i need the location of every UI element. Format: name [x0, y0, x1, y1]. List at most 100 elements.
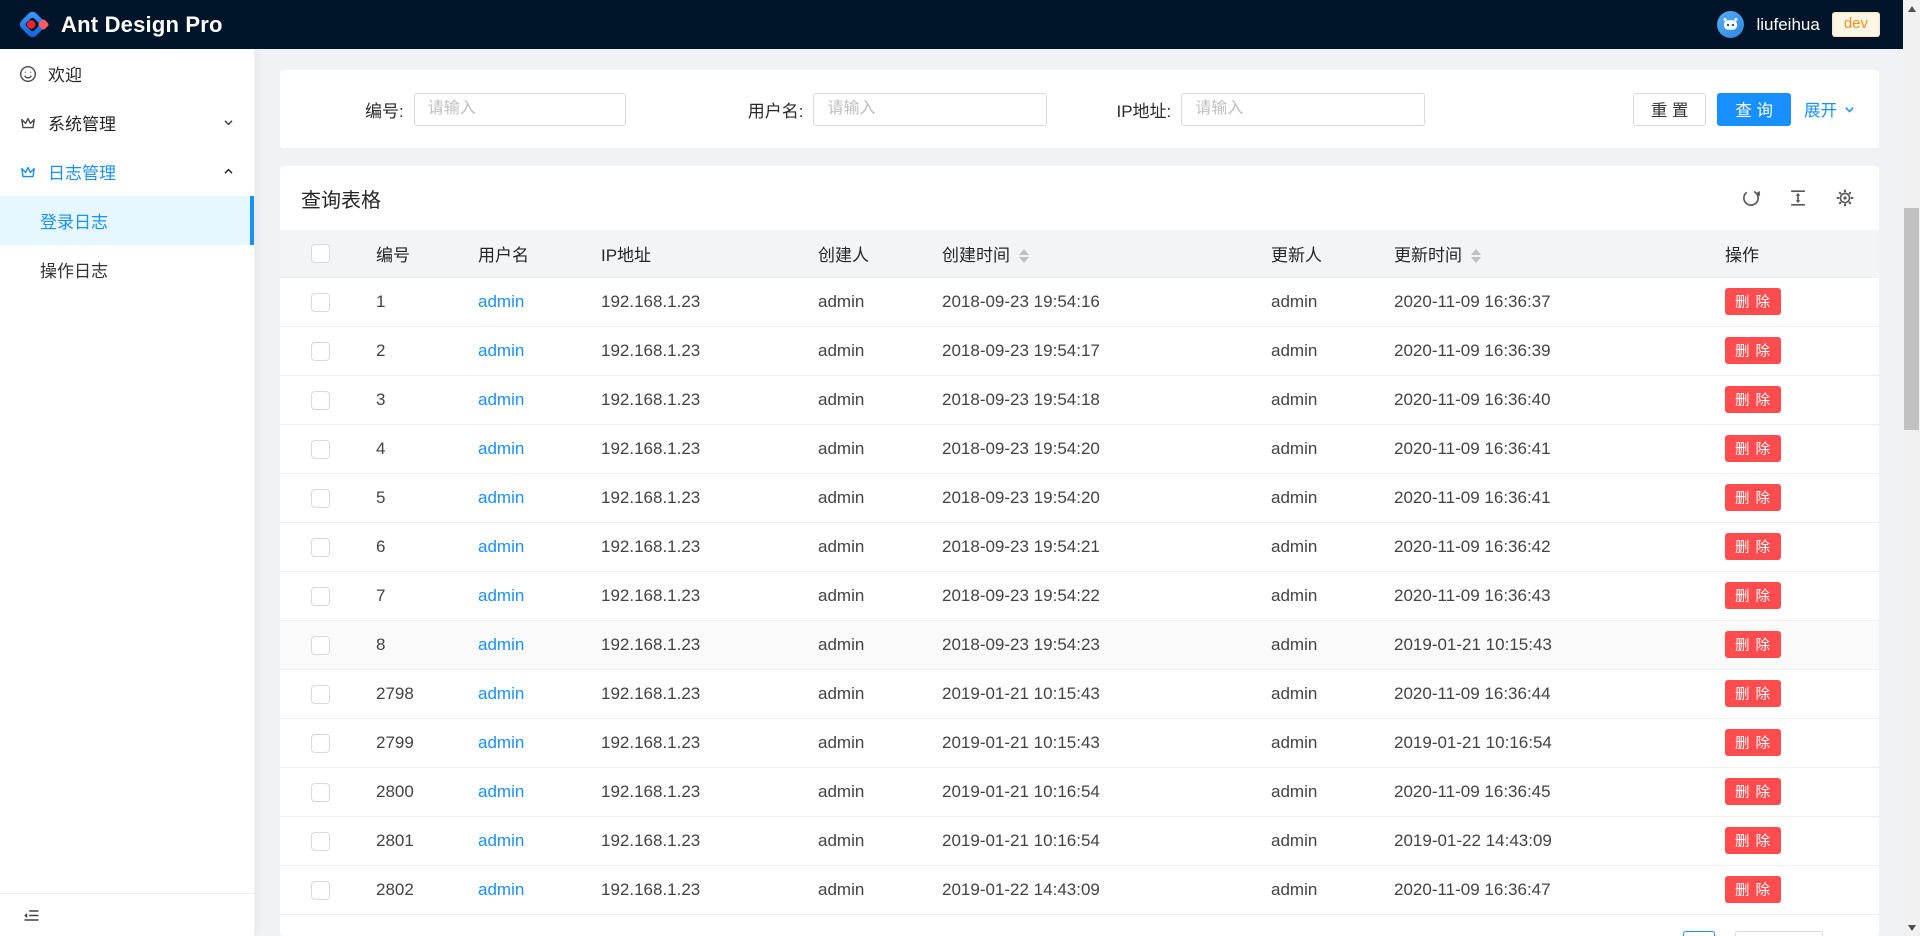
cell-ip: 192.168.1.23	[585, 767, 802, 816]
delete-button[interactable]: 删 除	[1725, 827, 1781, 854]
cell-creator: admin	[802, 718, 926, 767]
sort-carets-icon[interactable]	[1019, 249, 1029, 263]
username-link[interactable]: admin	[478, 880, 524, 899]
cell-update-time: 2019-01-21 10:15:43	[1378, 620, 1709, 669]
delete-button[interactable]: 删 除	[1725, 729, 1781, 756]
table-row: 8admin192.168.1.23admin2018-09-23 19:54:…	[280, 620, 1879, 669]
row-checkbox[interactable]	[311, 685, 330, 704]
delete-button[interactable]: 删 除	[1725, 582, 1781, 609]
table-cell	[280, 326, 360, 375]
sidebar-item-label: 系统管理	[48, 110, 116, 135]
row-checkbox[interactable]	[311, 783, 330, 802]
username-link[interactable]: admin	[478, 586, 524, 605]
form-item-id: 编号:	[365, 93, 626, 126]
delete-button[interactable]: 删 除	[1725, 337, 1781, 364]
cell-updater: admin	[1255, 473, 1378, 522]
sidebar-item-system-mgmt[interactable]: 系统管理	[0, 98, 254, 147]
sidebar-collapse-trigger[interactable]	[0, 893, 254, 936]
cell-update-time: 2020-11-09 16:36:41	[1378, 473, 1709, 522]
username-field[interactable]	[813, 93, 1047, 126]
row-checkbox[interactable]	[311, 734, 330, 753]
cell-create-time: 2018-09-23 19:54:16	[926, 277, 1255, 326]
scrollbar-thumb[interactable]	[1904, 208, 1919, 430]
table-cell: admin	[462, 816, 585, 865]
username-link[interactable]: admin	[478, 341, 524, 360]
reload-icon[interactable]	[1741, 188, 1761, 208]
username-link[interactable]: admin	[478, 831, 524, 850]
username-link[interactable]: admin	[478, 733, 524, 752]
scroll-down-arrow[interactable]	[1903, 919, 1920, 936]
row-checkbox[interactable]	[311, 293, 330, 312]
query-button[interactable]: 查 询	[1717, 93, 1791, 126]
scroll-up-arrow[interactable]	[1903, 0, 1920, 17]
density-icon[interactable]	[1788, 188, 1808, 208]
delete-button[interactable]: 删 除	[1725, 288, 1781, 315]
cell-update-time: 2020-11-09 16:36:42	[1378, 522, 1709, 571]
delete-button[interactable]: 删 除	[1725, 680, 1781, 707]
username-link[interactable]: admin	[478, 488, 524, 507]
row-checkbox[interactable]	[311, 440, 330, 459]
row-checkbox[interactable]	[311, 587, 330, 606]
table-cell: admin	[462, 865, 585, 914]
table-cell	[280, 473, 360, 522]
select-all-checkbox[interactable]	[311, 244, 330, 263]
sidebar-item-login-log[interactable]: 登录日志	[0, 196, 254, 245]
id-field-label: 编号:	[365, 97, 404, 122]
cell-creator: admin	[802, 620, 926, 669]
row-checkbox[interactable]	[311, 342, 330, 361]
row-checkbox[interactable]	[311, 832, 330, 851]
id-field[interactable]	[414, 93, 626, 126]
user-name[interactable]: liufeihua	[1756, 15, 1819, 35]
table-cell: 删 除	[1709, 767, 1879, 816]
expand-link[interactable]: 展开	[1804, 97, 1856, 121]
cell-id: 2800	[360, 767, 462, 816]
pagination-page-1[interactable]	[1683, 931, 1715, 936]
cell-update-time: 2020-11-09 16:36:39	[1378, 326, 1709, 375]
table-cell: 删 除	[1709, 816, 1879, 865]
column-header-update-time[interactable]: 更新时间	[1378, 230, 1709, 277]
username-link[interactable]: admin	[478, 390, 524, 409]
row-checkbox[interactable]	[311, 538, 330, 557]
username-link[interactable]: admin	[478, 292, 524, 311]
table-cell: 删 除	[1709, 620, 1879, 669]
pagination-page-size-select[interactable]	[1735, 931, 1823, 936]
row-checkbox[interactable]	[311, 489, 330, 508]
row-checkbox[interactable]	[311, 881, 330, 900]
sidebar-item-welcome[interactable]: 欢迎	[0, 49, 254, 98]
username-link[interactable]: admin	[478, 439, 524, 458]
delete-button[interactable]: 删 除	[1725, 631, 1781, 658]
cell-updater: admin	[1255, 571, 1378, 620]
row-checkbox[interactable]	[311, 636, 330, 655]
delete-button[interactable]: 删 除	[1725, 876, 1781, 903]
cell-updater: admin	[1255, 718, 1378, 767]
column-header-create-time[interactable]: 创建时间	[926, 230, 1255, 277]
header-logo[interactable]: Ant Design Pro	[16, 8, 223, 41]
user-avatar[interactable]	[1717, 11, 1744, 38]
delete-button[interactable]: 删 除	[1725, 435, 1781, 462]
delete-button[interactable]: 删 除	[1725, 533, 1781, 560]
smile-icon	[19, 65, 37, 83]
sidebar-subitem-label: 操作日志	[40, 257, 108, 282]
cell-ip: 192.168.1.23	[585, 277, 802, 326]
sidebar-item-log-mgmt[interactable]: 日志管理	[0, 147, 254, 196]
reset-button[interactable]: 重 置	[1633, 93, 1707, 126]
settings-icon[interactable]	[1835, 188, 1855, 208]
cell-id: 4	[360, 424, 462, 473]
table-row: 2801admin192.168.1.23admin2019-01-21 10:…	[280, 816, 1879, 865]
username-link[interactable]: admin	[478, 635, 524, 654]
delete-button[interactable]: 删 除	[1725, 778, 1781, 805]
table-cell	[280, 522, 360, 571]
cell-id: 3	[360, 375, 462, 424]
sort-carets-icon[interactable]	[1471, 249, 1481, 263]
sidebar-item-operation-log[interactable]: 操作日志	[0, 245, 254, 294]
username-link[interactable]: admin	[478, 537, 524, 556]
delete-button[interactable]: 删 除	[1725, 386, 1781, 413]
cell-updater: admin	[1255, 669, 1378, 718]
row-checkbox[interactable]	[311, 391, 330, 410]
delete-button[interactable]: 删 除	[1725, 484, 1781, 511]
ip-field[interactable]	[1181, 93, 1425, 126]
username-link[interactable]: admin	[478, 782, 524, 801]
column-header-updater: 更新人	[1255, 230, 1378, 277]
username-link[interactable]: admin	[478, 684, 524, 703]
table-cell	[280, 816, 360, 865]
